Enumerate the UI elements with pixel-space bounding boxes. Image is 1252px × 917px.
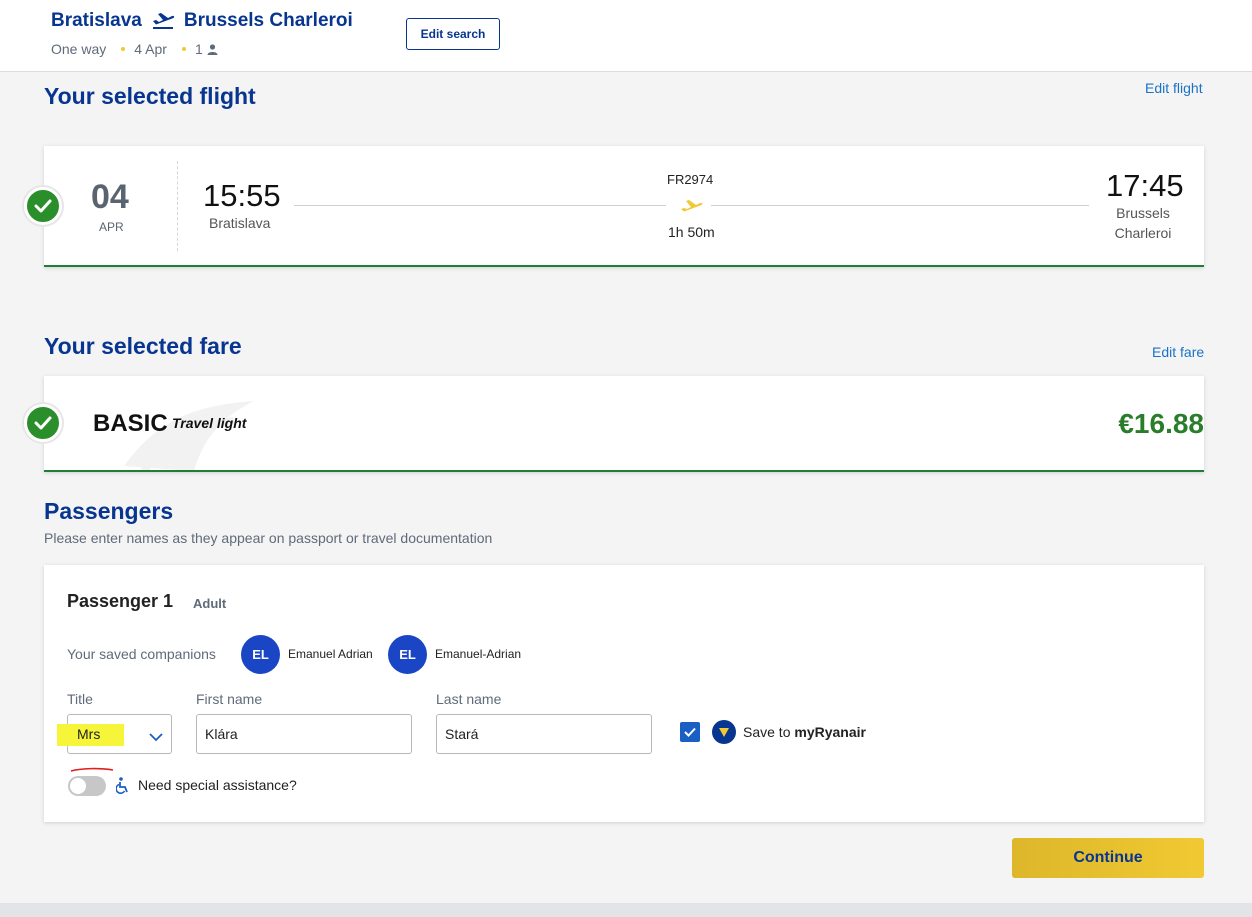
passengers-title: Passengers <box>44 498 174 524</box>
edit-fare-link[interactable]: Edit fare <box>1152 344 1204 360</box>
separator-dot <box>181 47 186 51</box>
passengers-note: Please enter names as they appear on pas… <box>44 530 493 546</box>
accessibility-icon <box>115 777 130 799</box>
trip-type: One way <box>51 41 107 57</box>
fare-price: €16.88 <box>1118 408 1204 439</box>
flight-number: FR2974 <box>667 172 714 187</box>
save-to-myryanair-label[interactable]: Save to myRyanair <box>743 724 866 740</box>
trip-date: 4 Apr <box>134 41 167 57</box>
title-value: Mrs <box>77 726 101 742</box>
companion-avatar[interactable]: EL <box>241 635 280 674</box>
companion-name[interactable]: Emanuel Adrian <box>288 647 373 661</box>
arrival-time: 17:45 <box>1106 168 1184 203</box>
separator-dot <box>121 47 126 51</box>
check-icon <box>24 187 62 225</box>
title-label: Title <box>67 691 93 707</box>
first-name-input[interactable]: Klára <box>196 714 412 754</box>
save-prefix: Save to <box>743 724 795 740</box>
footer-band <box>0 903 1252 917</box>
special-assistance-toggle[interactable] <box>68 776 106 796</box>
departure-time: 15:55 <box>203 178 281 213</box>
plane-departure-icon <box>151 12 175 30</box>
selected-flight-title: Your selected flight <box>44 83 256 109</box>
plane-icon <box>680 197 704 218</box>
fare-subtitle: Travel light <box>172 415 247 431</box>
selected-fare-title: Your selected fare <box>44 333 242 359</box>
toggle-knob <box>70 778 86 794</box>
route-title: Bratislava Brussels Charleroi <box>51 10 353 32</box>
trip-meta: One way 4 Apr 1 <box>51 41 218 57</box>
chevron-down-icon <box>149 729 163 747</box>
continue-button[interactable]: Continue <box>1012 838 1204 878</box>
flight-month: APR <box>99 220 124 234</box>
saved-companions-label: Your saved companions <box>67 646 216 662</box>
route-line <box>294 205 666 206</box>
last-name-input[interactable]: Stará <box>436 714 652 754</box>
edit-search-button[interactable]: Edit search <box>406 18 500 50</box>
person-icon <box>207 43 218 55</box>
arrival-city-line2: Charleroi <box>1114 225 1172 241</box>
arrival-city: Brussels Charleroi <box>1104 205 1182 241</box>
special-assistance-label: Need special assistance? <box>138 777 297 793</box>
save-to-myryanair-checkbox[interactable] <box>680 722 700 742</box>
companion-name[interactable]: Emanuel-Adrian <box>435 647 521 661</box>
passenger-title: Passenger 1 <box>67 591 174 611</box>
ryanair-logo-icon <box>712 720 736 744</box>
check-icon <box>24 404 62 442</box>
edit-flight-link[interactable]: Edit flight <box>1145 80 1203 96</box>
last-name-label: Last name <box>436 691 502 707</box>
first-name-label: First name <box>196 691 263 707</box>
passenger-count: 1 <box>194 41 203 57</box>
destination-city: Brussels Charleroi <box>183 10 353 31</box>
companion-avatar[interactable]: EL <box>388 635 427 674</box>
departure-city: Bratislava <box>209 215 271 231</box>
save-brand: myRyanair <box>794 724 866 740</box>
origin-city: Bratislava <box>51 10 142 31</box>
flight-day: 04 <box>91 178 129 216</box>
route-line <box>711 205 1089 206</box>
arrival-city-line1: Brussels <box>1116 205 1170 221</box>
flight-duration: 1h 50m <box>668 224 715 240</box>
search-summary-header: Bratislava Brussels Charleroi One way 4 … <box>0 0 1252 72</box>
fare-name: BASIC <box>93 410 168 437</box>
passenger-type: Adult <box>193 596 227 611</box>
date-divider <box>177 161 178 251</box>
